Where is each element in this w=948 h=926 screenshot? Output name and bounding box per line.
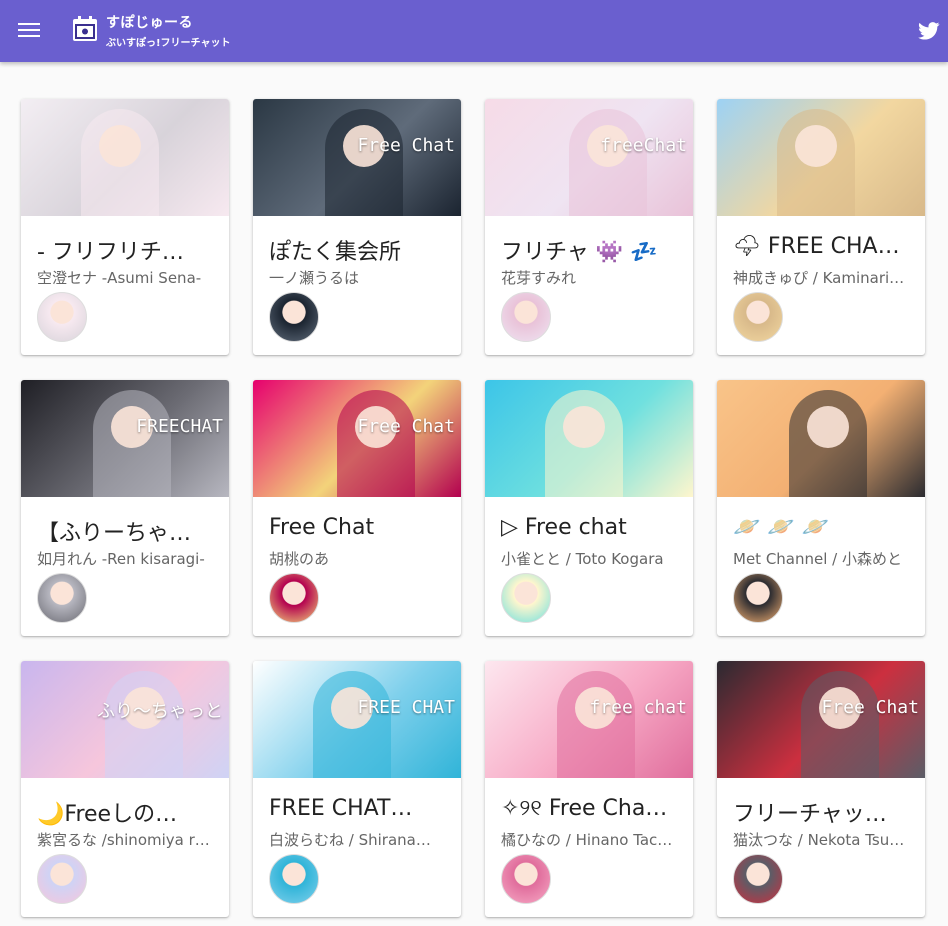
thumbnail-overlay-text: FREECHAT	[136, 416, 223, 437]
stream-title[interactable]: 【ふりーちゃ…	[37, 515, 223, 547]
stream-card[interactable]: free chat ✧୨୧ Free Cha… 橘ひなの / Hinano Tac…	[485, 661, 693, 917]
thumbnail-tsuna[interactable]: Free Chat	[717, 661, 925, 778]
thumbnail-met[interactable]	[717, 380, 925, 497]
stream-card[interactable]: 🪐 🪐 🪐 Met Channel / 小森めと	[717, 380, 925, 636]
calendar-logo-icon[interactable]	[71, 15, 99, 43]
thumbnail-character-face	[795, 125, 837, 167]
thumbnail-ramune[interactable]: FREE CHAT	[253, 661, 461, 778]
thumbnail-overlay-text: Free Chat	[821, 697, 919, 718]
avatar-ren[interactable]	[37, 573, 87, 623]
channel-name[interactable]: Met Channel / 小森めと	[733, 548, 909, 569]
stream-card[interactable]: FREE CHAT FREE CHAT… 白波らむね / Shirana…	[253, 661, 461, 917]
stream-card[interactable]: Free Chat ぽたく集会所 一ノ瀬うるは	[253, 99, 461, 355]
thumbnail-hinano[interactable]: free chat	[485, 661, 693, 778]
stream-title[interactable]: 🪐 🪐 🪐	[733, 515, 919, 540]
app-bar: すぽじゅーる ぶいすぽっ!フリーチャット	[0, 0, 948, 62]
app-title[interactable]: すぽじゅーる	[106, 12, 193, 32]
thumbnail-overlay-text: FREE CHAT	[357, 697, 455, 718]
thumbnail-runa[interactable]: ふり〜ちゃっと	[21, 661, 229, 778]
thumbnail-uruha[interactable]: Free Chat	[253, 99, 461, 216]
thumbnail-character-face	[563, 406, 605, 448]
stream-title[interactable]: 🌩 FREE CHA…	[733, 234, 919, 259]
channel-name[interactable]: 空澄セナ -Asumi Sena-	[37, 267, 213, 288]
avatar-sumire[interactable]	[501, 292, 551, 342]
stream-card[interactable]: freeChat フリチャ 👾 💤 花芽すみれ	[485, 99, 693, 355]
thumbnail-sena[interactable]	[21, 99, 229, 216]
stream-title[interactable]: 🌙Freeしの…	[37, 796, 223, 828]
stream-card[interactable]: 🌩 FREE CHA… 神成きゅぴ / Kaminari…	[717, 99, 925, 355]
stream-card[interactable]: Free Chat フリーチャッ… 猫汰つな / Nekota Tsu…	[717, 661, 925, 917]
thumbnail-overlay-text: freeChat	[600, 135, 687, 156]
channel-name[interactable]: 一ノ瀬うるは	[269, 267, 445, 288]
stream-title[interactable]: ぽたく集会所	[269, 234, 455, 266]
stream-title[interactable]: FREE CHAT…	[269, 796, 455, 821]
thumbnail-toto[interactable]	[485, 380, 693, 497]
avatar-kyupi[interactable]	[733, 292, 783, 342]
stream-card[interactable]: Free Chat Free Chat 胡桃のあ	[253, 380, 461, 636]
channel-name[interactable]: 橘ひなの / Hinano Tac…	[501, 829, 677, 850]
stream-title[interactable]: フリチャ 👾 💤	[501, 234, 687, 266]
thumbnail-overlay-text: free chat	[589, 697, 687, 718]
channel-name[interactable]: 白波らむね / Shirana…	[269, 829, 445, 850]
avatar-uruha[interactable]	[269, 292, 319, 342]
channel-name[interactable]: 花芽すみれ	[501, 267, 677, 288]
thumbnail-kyupi[interactable]	[717, 99, 925, 216]
stream-title[interactable]: ✧୨୧ Free Cha…	[501, 796, 687, 821]
stream-title[interactable]: Free Chat	[269, 515, 455, 540]
stream-title[interactable]: - フリフリチ…	[37, 234, 223, 266]
channel-name[interactable]: 神成きゅぴ / Kaminari…	[733, 267, 909, 288]
thumbnail-ren[interactable]: FREECHAT	[21, 380, 229, 497]
avatar-met[interactable]	[733, 573, 783, 623]
channel-name[interactable]: 如月れん -Ren kisaragi-	[37, 548, 213, 569]
avatar-runa[interactable]	[37, 854, 87, 904]
stream-title[interactable]: フリーチャッ…	[733, 796, 919, 828]
app-subtitle: ぶいすぽっ!フリーチャット	[106, 38, 231, 49]
avatar-toto[interactable]	[501, 573, 551, 623]
stream-card[interactable]: - フリフリチ… 空澄セナ -Asumi Sena-	[21, 99, 229, 355]
channel-name[interactable]: 小雀とと / Toto Kogara	[501, 548, 677, 569]
avatar-hinano[interactable]	[501, 854, 551, 904]
avatar-noa[interactable]	[269, 573, 319, 623]
thumbnail-character-face	[99, 125, 141, 167]
avatar-ramune[interactable]	[269, 854, 319, 904]
thumbnail-overlay-text: ふり〜ちゃっと	[97, 701, 223, 722]
stream-card[interactable]: FREECHAT 【ふりーちゃ… 如月れん -Ren kisaragi-	[21, 380, 229, 636]
channel-name[interactable]: 胡桃のあ	[269, 548, 445, 569]
stream-card[interactable]: ふり〜ちゃっと 🌙Freeしの… 紫宮るな /shinomiya r…	[21, 661, 229, 917]
avatar-tsuna[interactable]	[733, 854, 783, 904]
stream-title[interactable]: ▷ Free chat	[501, 515, 687, 540]
thumbnail-overlay-text: Free Chat	[357, 416, 455, 437]
twitter-icon[interactable]	[918, 22, 940, 40]
hamburger-menu-icon[interactable]	[18, 20, 40, 38]
thumbnail-noa[interactable]: Free Chat	[253, 380, 461, 497]
stream-card[interactable]: ▷ Free chat 小雀とと / Toto Kogara	[485, 380, 693, 636]
avatar-sena[interactable]	[37, 292, 87, 342]
thumbnail-character-face	[807, 406, 849, 448]
thumbnail-overlay-text: Free Chat	[357, 135, 455, 156]
channel-name[interactable]: 猫汰つな / Nekota Tsu…	[733, 829, 909, 850]
thumbnail-sumire[interactable]: freeChat	[485, 99, 693, 216]
channel-name[interactable]: 紫宮るな /shinomiya r…	[37, 829, 213, 850]
